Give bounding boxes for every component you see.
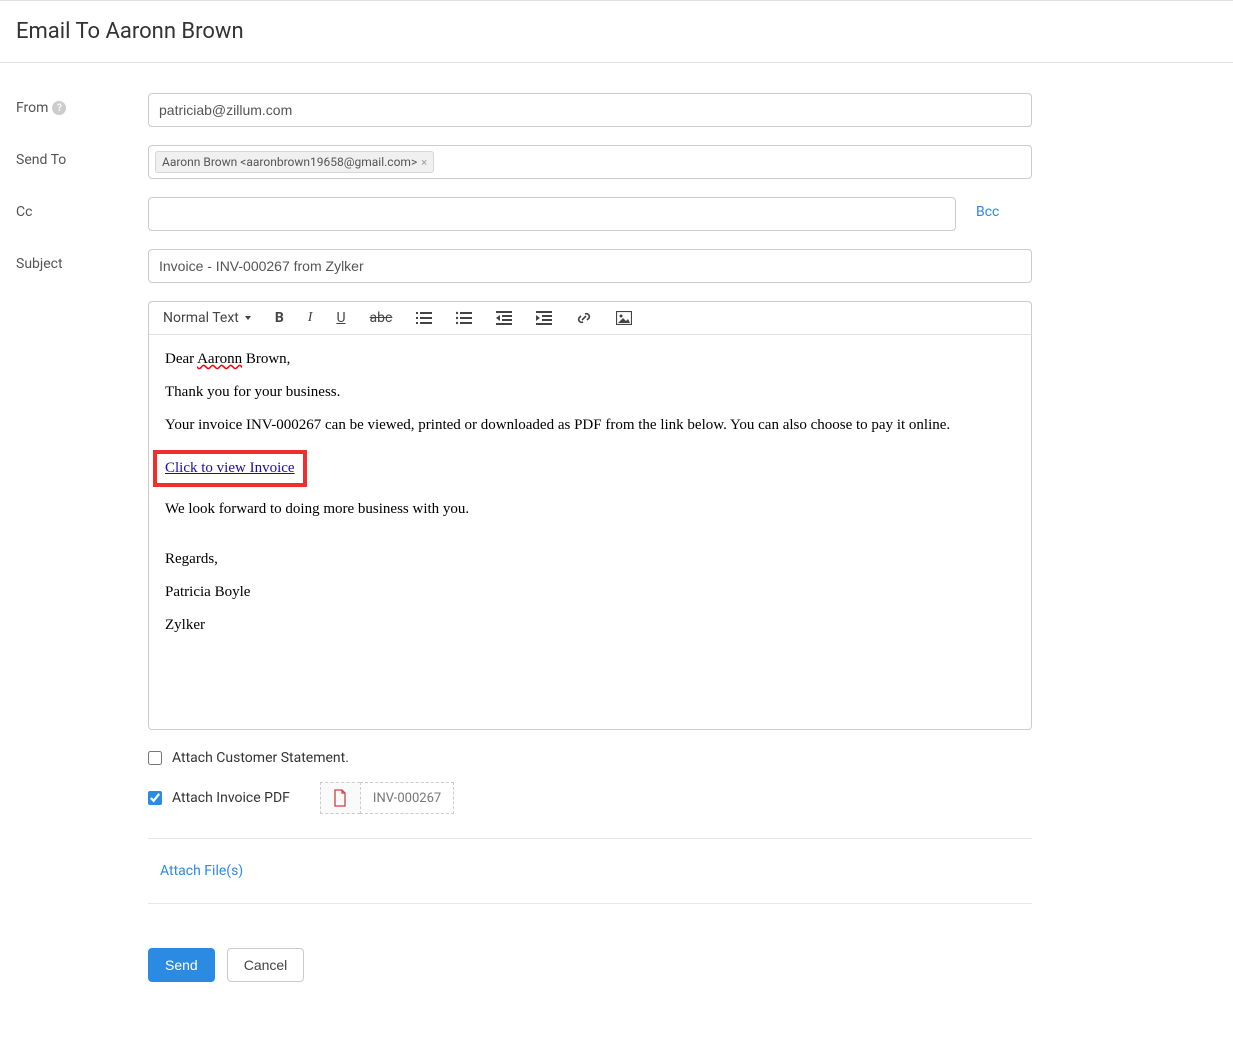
italic-button[interactable]: I bbox=[308, 310, 313, 326]
send-button[interactable]: Send bbox=[148, 948, 215, 982]
cc-row: Cc Bcc bbox=[0, 197, 1233, 231]
attachments-section: Attach Customer Statement. Attach Invoic… bbox=[148, 730, 1032, 904]
editor-toolbar: Normal Text B I U abc bbox=[148, 301, 1032, 335]
view-invoice-link[interactable]: Click to view Invoice bbox=[165, 460, 295, 476]
underline-button[interactable]: U bbox=[336, 310, 345, 326]
page-title: Email To Aaronn Brown bbox=[16, 19, 1217, 44]
attach-invoice-label: Attach Invoice PDF bbox=[172, 790, 290, 806]
strike-button[interactable]: abc bbox=[370, 310, 393, 326]
from-input[interactable] bbox=[148, 93, 1032, 127]
divider bbox=[148, 903, 1032, 904]
cc-input[interactable] bbox=[148, 197, 956, 231]
cancel-button[interactable]: Cancel bbox=[227, 948, 305, 982]
invoice-attachment-chip[interactable]: INV-000267 bbox=[320, 782, 454, 814]
bcc-link[interactable]: Bcc bbox=[976, 197, 999, 220]
form-actions: Send Cancel bbox=[148, 928, 1233, 1022]
subject-label: Subject bbox=[16, 249, 148, 272]
attach-statement-checkbox[interactable] bbox=[148, 751, 162, 765]
forward-line: We look forward to doing more business w… bbox=[165, 501, 1015, 518]
editor-body[interactable]: Dear Aaronn Brown, Thank you for your bu… bbox=[148, 335, 1032, 730]
sig-name: Patricia Boyle bbox=[165, 584, 1015, 601]
ordered-list-icon[interactable] bbox=[416, 311, 432, 325]
send-to-input[interactable]: Aaronn Brown <aaronbrown19658@gmail.com>… bbox=[148, 145, 1032, 179]
from-row: From ? bbox=[0, 93, 1233, 127]
invoice-link-highlight: Click to view Invoice bbox=[153, 450, 307, 487]
attach-statement-row: Attach Customer Statement. bbox=[148, 750, 1032, 766]
pdf-icon bbox=[320, 782, 360, 814]
close-icon[interactable]: × bbox=[421, 156, 427, 169]
invoice-line: Your invoice INV-000267 can be viewed, p… bbox=[165, 417, 1015, 434]
send-to-row: Send To Aaronn Brown <aaronbrown19658@gm… bbox=[0, 145, 1233, 179]
image-icon[interactable] bbox=[616, 311, 632, 325]
cc-label: Cc bbox=[16, 197, 148, 220]
unordered-list-icon[interactable] bbox=[456, 311, 472, 325]
from-label: From ? bbox=[16, 93, 148, 116]
attach-invoice-checkbox[interactable] bbox=[148, 791, 162, 805]
send-to-label: Send To bbox=[16, 145, 148, 168]
from-label-text: From bbox=[16, 100, 48, 116]
page-header: Email To Aaronn Brown bbox=[0, 1, 1233, 63]
sig-regards: Regards, bbox=[165, 551, 1015, 568]
link-icon[interactable] bbox=[576, 310, 592, 326]
recipient-chip[interactable]: Aaronn Brown <aaronbrown19658@gmail.com>… bbox=[155, 151, 434, 173]
greeting-line: Dear Aaronn Brown, bbox=[165, 351, 1015, 368]
thanks-line: Thank you for your business. bbox=[165, 384, 1015, 401]
attach-statement-label: Attach Customer Statement. bbox=[172, 750, 349, 766]
editor: Normal Text B I U abc bbox=[148, 301, 1032, 730]
divider bbox=[148, 838, 1032, 839]
attach-invoice-row: Attach Invoice PDF INV-000267 bbox=[148, 782, 1032, 814]
sig-company: Zylker bbox=[165, 617, 1015, 634]
outdent-icon[interactable] bbox=[496, 311, 512, 325]
help-icon[interactable]: ? bbox=[52, 101, 66, 115]
subject-row: Subject bbox=[0, 249, 1233, 283]
subject-input[interactable] bbox=[148, 249, 1032, 283]
recipient-chip-text: Aaronn Brown <aaronbrown19658@gmail.com> bbox=[162, 155, 417, 169]
indent-icon[interactable] bbox=[536, 311, 552, 325]
bold-button[interactable]: B bbox=[275, 310, 284, 326]
attach-files-link[interactable]: Attach File(s) bbox=[148, 863, 1032, 879]
format-dropdown[interactable]: Normal Text bbox=[163, 310, 251, 326]
invoice-attachment-name: INV-000267 bbox=[360, 782, 454, 814]
